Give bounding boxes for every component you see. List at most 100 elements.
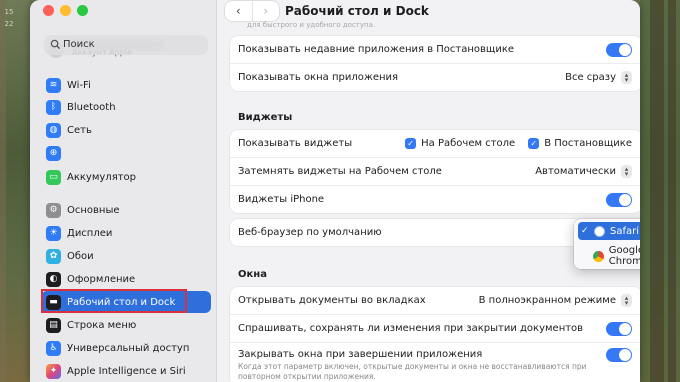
- tree-trunk: [668, 0, 676, 382]
- show-windows-popup[interactable]: Все сразу ▴ ▾: [565, 71, 632, 84]
- desktop-calendar-widget: 15 22: [2, 6, 16, 30]
- checkmark-icon: ✓: [581, 226, 589, 236]
- sidebar-item-label: Строка меню: [67, 319, 137, 331]
- setting-label: Закрывать окна при завершении приложения: [238, 349, 483, 360]
- sidebar-item-label: Обои: [67, 250, 94, 262]
- sidebar-item-label: Универсальный доступ: [67, 342, 190, 354]
- setting-label: Виджеты iPhone: [238, 194, 325, 205]
- sidebar-item-label: Bluetooth: [67, 101, 116, 113]
- search-icon: [50, 39, 61, 50]
- setting-label: Показывать виджеты: [238, 138, 353, 149]
- setting-row: Закрывать окна при завершении приложения…: [230, 343, 640, 382]
- updown-chevron-icon: ▴ ▾: [621, 165, 632, 178]
- setting-row: Показывать виджеты ✓ На Рабочем столе ✓ …: [230, 130, 640, 158]
- sidebar-item-menubar[interactable]: ▤ Строка меню: [41, 314, 211, 336]
- globe-icon: ◍: [46, 122, 61, 138]
- navigation-buttons: ‹ ›: [225, 1, 279, 21]
- checkmark-icon[interactable]: ✓: [405, 138, 417, 149]
- search-field[interactable]: Поиск: [44, 35, 208, 55]
- sidebar-item-vpn[interactable]: ⊕: [41, 142, 211, 164]
- menubar-icon: ▤: [46, 317, 61, 333]
- sidebar-item-general[interactable]: ⚙ Основные: [41, 199, 211, 221]
- calendar-day: 22: [4, 20, 14, 28]
- settings-window: Аккаунт Apple Поиск ≋ Wi-Fi ᛒ Bluetooth …: [30, 0, 640, 382]
- sun-icon: ☀: [46, 225, 61, 241]
- sidebar-item-bluetooth[interactable]: ᛒ Bluetooth: [41, 96, 211, 118]
- sidebar-item-wifi[interactable]: ≋ Wi-Fi: [41, 74, 211, 96]
- sidebar-item-appearance[interactable]: ◐ Оформление: [41, 268, 211, 290]
- setting-label: Спрашивать, сохранять ли изменения при з…: [238, 323, 584, 334]
- section-heading-widgets: Виджеты: [238, 112, 293, 123]
- setting-description: Когда этот параметр включен, открытые до…: [238, 362, 587, 381]
- sidebar-item-desktop-dock[interactable]: ▬ Рабочий стол и Dock: [41, 291, 211, 313]
- gear-icon: ⚙: [46, 202, 61, 218]
- toolbar: ‹ › Рабочий стол и Dock для быстрого и у…: [217, 0, 640, 29]
- iphone-widgets-toggle[interactable]: [606, 192, 632, 207]
- setting-label: Открывать документы во вкладках: [238, 295, 426, 306]
- menu-item-chrome[interactable]: Google Chrome: [578, 245, 640, 267]
- setting-row: Показывать недавние приложения в Постано…: [230, 36, 640, 64]
- sidebar-item-battery[interactable]: ▭ Аккумулятор: [41, 166, 211, 188]
- sidebar-item-siri[interactable]: ✦ Apple Intelligence и Siri: [41, 360, 211, 382]
- sidebar-item-label: Аккумулятор: [67, 171, 136, 183]
- setting-row: Затемнять виджеты на Рабочем столе Автом…: [230, 158, 640, 186]
- calendar-day: 15: [4, 8, 14, 16]
- setting-row: Показывать окна приложения Все сразу ▴ ▾: [230, 64, 640, 91]
- bluetooth-icon: ᛒ: [46, 99, 61, 115]
- checkbox-label: На Рабочем столе: [421, 138, 516, 149]
- stage-manager-group: Показывать недавние приложения в Постано…: [230, 36, 640, 91]
- setting-row: Виджеты iPhone: [230, 186, 640, 213]
- dim-widgets-popup[interactable]: Автоматически ▴ ▾: [535, 165, 632, 178]
- window-controls: [43, 5, 88, 16]
- setting-row: Спрашивать, сохранять ли изменения при з…: [230, 315, 640, 343]
- sidebar-item-label: Основные: [67, 204, 120, 216]
- zoom-button[interactable]: [77, 5, 88, 16]
- widgets-group: Показывать виджеты ✓ На Рабочем столе ✓ …: [230, 130, 640, 213]
- updown-chevron-icon: ▴ ▾: [621, 294, 632, 307]
- setting-label: Показывать окна приложения: [238, 72, 399, 83]
- close-button[interactable]: [43, 5, 54, 16]
- sidebar-item-wallpaper[interactable]: ✿ Обои: [41, 245, 211, 267]
- close-windows-toggle[interactable]: [606, 348, 632, 362]
- sidebar-item-label: Apple Intelligence и Siri: [67, 365, 186, 377]
- siri-icon: ✦: [46, 363, 61, 379]
- faint-scrolled-subtext: для быстрого и удобного доступа.: [247, 21, 376, 29]
- wifi-icon: ≋: [46, 77, 61, 93]
- page-title: Рабочий стол и Dock: [285, 4, 429, 18]
- sidebar-item-label: Дисплеи: [67, 227, 113, 239]
- search-placeholder: Поиск: [63, 39, 95, 50]
- sidebar-item-displays[interactable]: ☀ Дисплеи: [41, 222, 211, 244]
- popup-value: Все сразу: [565, 72, 616, 83]
- minimize-button[interactable]: [60, 5, 71, 16]
- ask-save-toggle[interactable]: [606, 321, 632, 336]
- sidebar-item-accessibility[interactable]: ♿ Универсальный доступ: [41, 337, 211, 359]
- flower-icon: ✿: [46, 248, 61, 264]
- recent-apps-toggle[interactable]: [606, 42, 632, 57]
- setting-label: Веб-браузер по умолчанию: [238, 227, 382, 238]
- vpn-icon: ⊕: [46, 145, 61, 161]
- windows-group: Открывать документы во вкладках В полноэ…: [230, 287, 640, 382]
- popup-value: Автоматически: [535, 166, 616, 177]
- browser-dropdown-menu: ✓ Safari Google Chrome: [574, 219, 640, 269]
- menu-item-safari[interactable]: ✓ Safari: [578, 222, 640, 240]
- appearance-icon: ◐: [46, 271, 61, 287]
- menu-item-label: Google Chrome: [608, 245, 640, 267]
- safari-icon: [594, 225, 605, 237]
- content-pane: ‹ › Рабочий стол и Dock для быстрого и у…: [217, 0, 640, 382]
- forward-chevron-icon[interactable]: ›: [251, 1, 280, 21]
- dock-icon: ▬: [46, 294, 61, 310]
- menu-item-label: Safari: [610, 225, 640, 237]
- sidebar-item-label: Сеть: [67, 124, 92, 136]
- sidebar-item-network[interactable]: ◍ Сеть: [41, 119, 211, 141]
- updown-chevron-icon: ▴ ▾: [621, 71, 632, 84]
- back-chevron-icon[interactable]: ‹: [225, 1, 252, 21]
- sidebar-item-label: Wi-Fi: [67, 79, 91, 91]
- sidebar: Аккаунт Apple Поиск ≋ Wi-Fi ᛒ Bluetooth …: [30, 0, 217, 382]
- open-tabs-popup[interactable]: В полноэкранном режиме ▴ ▾: [479, 294, 632, 307]
- setting-label: Затемнять виджеты на Рабочем столе: [238, 166, 442, 177]
- popup-value: В полноэкранном режиме: [478, 295, 616, 306]
- accessibility-icon: ♿: [46, 340, 61, 356]
- chrome-icon: [593, 250, 604, 262]
- sidebar-item-label: Оформление: [67, 273, 136, 285]
- checkmark-icon[interactable]: ✓: [528, 138, 540, 149]
